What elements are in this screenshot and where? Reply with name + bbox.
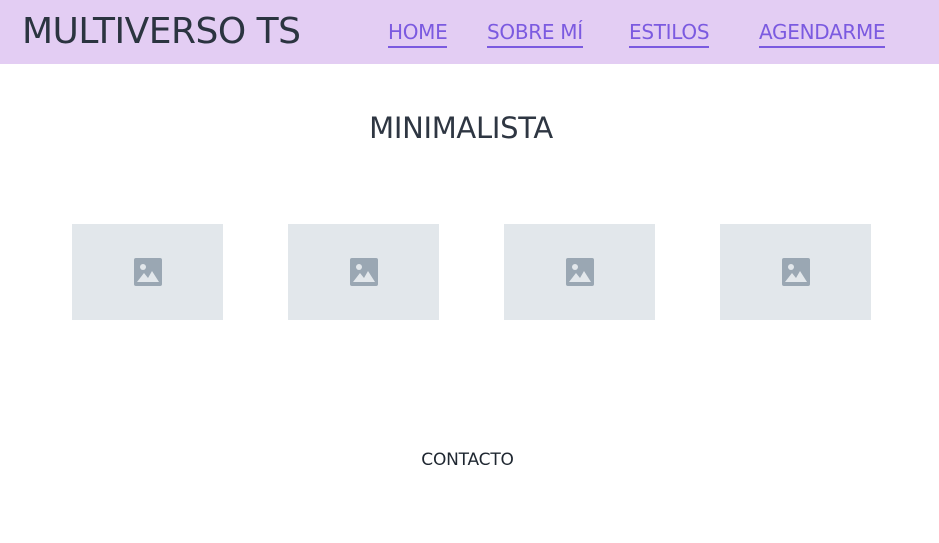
nav-link-agendarme[interactable]: AGENDARME xyxy=(759,18,886,48)
image-placeholder-icon xyxy=(781,258,810,286)
gallery-image-1[interactable] xyxy=(72,224,223,320)
site-brand[interactable]: MULTIVERSO TS xyxy=(22,10,301,54)
image-placeholder-icon xyxy=(565,258,594,286)
nav-link-home[interactable]: HOME xyxy=(388,18,448,48)
image-placeholder-icon xyxy=(349,258,378,286)
gallery-image-4[interactable] xyxy=(720,224,871,320)
nav-link-sobre-mi[interactable]: SOBRE MÍ xyxy=(487,18,583,48)
footer-contact[interactable]: CONTACTO xyxy=(0,448,935,472)
nav-link-estilos[interactable]: ESTILOS xyxy=(629,18,710,48)
section-title: MINIMALISTA xyxy=(369,111,553,145)
gallery-image-2[interactable] xyxy=(288,224,439,320)
gallery-image-3[interactable] xyxy=(504,224,655,320)
image-placeholder-icon xyxy=(133,258,162,286)
site-header: MULTIVERSO TS HOME SOBRE MÍ ESTILOS AGEN… xyxy=(0,0,939,64)
